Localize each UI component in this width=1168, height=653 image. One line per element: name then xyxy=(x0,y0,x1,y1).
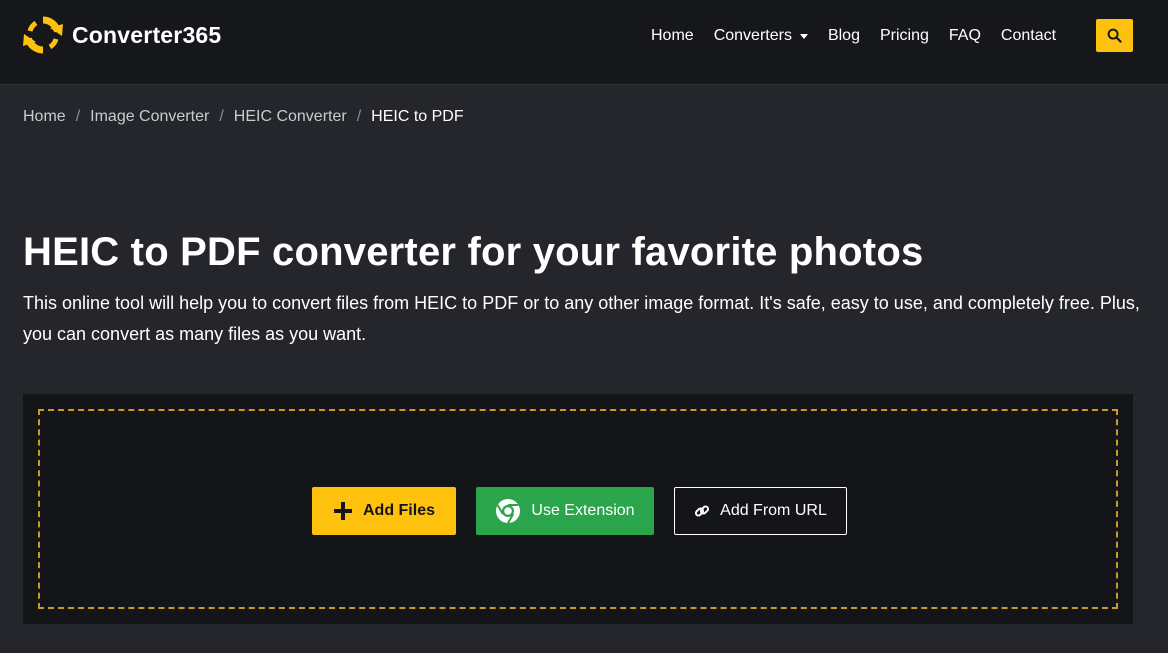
brand-name: Converter365 xyxy=(72,21,222,48)
nav-pricing[interactable]: Pricing xyxy=(880,27,929,45)
breadcrumb-current: HEIC to PDF xyxy=(371,108,464,125)
nav-home-label: Home xyxy=(651,27,694,44)
file-dropzone[interactable]: Add Files Use Extension Add From URL xyxy=(38,409,1118,609)
nav-home[interactable]: Home xyxy=(651,27,694,45)
add-from-url-label: Add From URL xyxy=(720,502,827,519)
search-button[interactable] xyxy=(1096,19,1133,52)
brand-logo[interactable]: Converter365 xyxy=(22,15,221,55)
main-nav: Home Converters Blog Pricing FAQ Contact xyxy=(651,24,1076,48)
page-title: HEIC to PDF converter for your favorite … xyxy=(23,230,924,274)
add-from-url-button[interactable]: Add From URL xyxy=(674,487,847,535)
breadcrumb-separator: / xyxy=(356,108,362,125)
search-icon xyxy=(1107,28,1122,43)
nav-contact[interactable]: Contact xyxy=(1001,27,1056,45)
nav-converters-label: Converters xyxy=(713,27,792,44)
add-files-label: Add Files xyxy=(362,502,435,519)
link-icon xyxy=(695,505,710,517)
breadcrumb-home[interactable]: Home xyxy=(23,108,66,126)
breadcrumb: Home / Image Converter / HEIC Converter … xyxy=(23,108,464,126)
upload-actions: Add Files Use Extension Add From URL xyxy=(312,487,847,535)
nav-blog-label: Blog xyxy=(827,27,860,44)
upload-panel: Add Files Use Extension Add From URL xyxy=(23,394,1133,624)
nav-faq[interactable]: FAQ xyxy=(949,27,981,45)
use-extension-button[interactable]: Use Extension xyxy=(476,487,654,535)
nav-blog[interactable]: Blog xyxy=(828,27,860,45)
nav-contact-label: Contact xyxy=(1000,27,1057,44)
nav-faq-label: FAQ xyxy=(948,27,981,44)
page-description: This online tool will help you to conver… xyxy=(23,293,1140,344)
refresh-logo-icon xyxy=(23,16,63,54)
top-navbar: Converter365 Home Converters Blog Pricin… xyxy=(0,0,1168,85)
breadcrumb-image-converter[interactable]: Image Converter xyxy=(90,108,209,126)
nav-converters-dropdown[interactable]: Converters xyxy=(714,27,808,45)
add-files-button[interactable]: Add Files xyxy=(312,487,456,535)
nav-pricing-label: Pricing xyxy=(879,27,929,44)
caret-down-icon xyxy=(799,33,808,39)
breadcrumb-separator: / xyxy=(219,108,224,125)
use-extension-label: Use Extension xyxy=(531,502,635,519)
breadcrumb-separator: / xyxy=(75,108,81,125)
breadcrumb-heic-converter[interactable]: HEIC Converter xyxy=(234,108,347,126)
plus-icon xyxy=(333,502,352,520)
chrome-icon xyxy=(496,499,521,524)
